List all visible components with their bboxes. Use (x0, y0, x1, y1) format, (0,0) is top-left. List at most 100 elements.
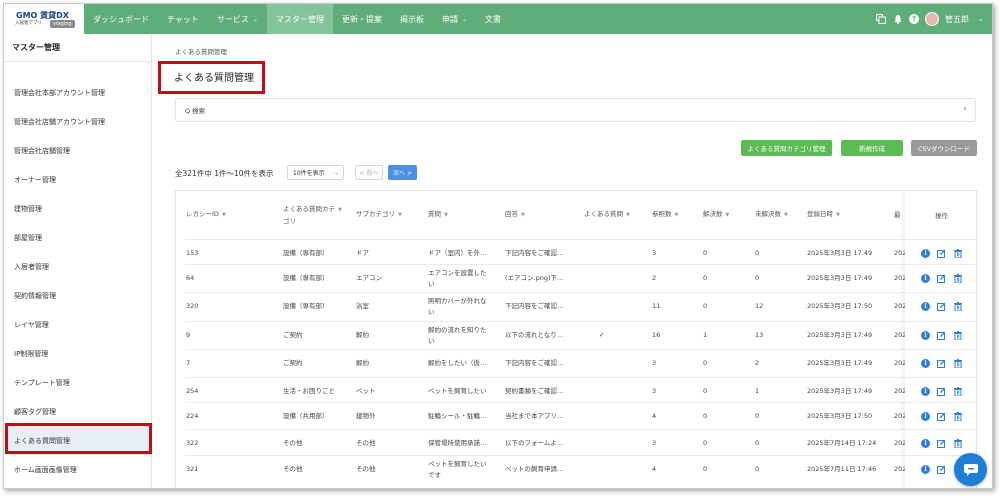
faq-category-button[interactable]: よくある質問カテゴリ管理 (741, 140, 832, 156)
help-icon[interactable]: ? (909, 14, 919, 24)
trash-icon[interactable] (953, 274, 962, 283)
info-icon[interactable]: i (921, 302, 930, 311)
sidebar-item-5[interactable]: 部屋管理 (4, 223, 151, 252)
sidebar-item-13[interactable]: ホーム画面画像管理 (4, 455, 151, 484)
trash-icon[interactable] (953, 302, 962, 311)
edit-icon[interactable] (937, 465, 946, 474)
column-header[interactable]: 登録日時 ▼ (807, 191, 840, 239)
nav-item-7[interactable]: 文書 (476, 4, 510, 34)
column-header[interactable]: 質問 ▼ (428, 191, 448, 239)
table-row[interactable]: 322 その他 その他 保管場所使用承諾… 以下のフォームよ… 3 0 0 2025年7月14日… (185, 429, 906, 457)
chevron-right-icon[interactable]: › (963, 104, 967, 114)
column-header[interactable]: よくある質問 ▼ (584, 191, 630, 239)
chevron-down-icon[interactable]: ⌄ (975, 14, 986, 25)
search-panel[interactable]: Q 検索 › (175, 98, 976, 122)
info-icon[interactable]: i (921, 465, 930, 474)
table-row[interactable]: 7 ご契約 解約 解約をしたい（仮… 下記内容をご確認… 3 0 2 2025年3月3日 17:… (185, 349, 906, 377)
cell-q1-text: ペットを飼育したい (428, 387, 487, 395)
column-header[interactable]: レガシーID ▼ (186, 191, 226, 239)
table-row[interactable]: 9 ご契約 解約 解約の流れを知りたい 以下の流れとなり… ✓ 16 1 13 2025年3月3日… (185, 321, 906, 349)
row-actions: i (905, 402, 976, 430)
trash-icon[interactable] (953, 331, 962, 340)
info-icon[interactable]: i (921, 387, 930, 396)
edit-icon[interactable] (937, 412, 946, 421)
sidebar-item-9[interactable]: IP制限管理 (4, 339, 151, 368)
edit-icon[interactable] (937, 249, 946, 258)
edit-icon[interactable] (937, 331, 946, 340)
cell-solved: 0 (703, 358, 707, 369)
table-row[interactable]: 254 生活・お困りごと ペット ペットを飼育したい 契約書類をご確認… 3 0 1 2025年… (185, 377, 906, 405)
info-icon[interactable]: i (921, 331, 930, 340)
create-button[interactable]: 新規作成 (841, 140, 903, 156)
edit-icon[interactable] (937, 274, 946, 283)
table-row[interactable]: 321 その他 その他 ペットを飼育したい です ペットの飼育申請… 4 0 0 2025年7月1… (185, 455, 906, 483)
column-header[interactable]: サブカテゴリ ▼ (356, 191, 402, 239)
copy-icon[interactable] (875, 14, 886, 25)
nav-item-3[interactable]: マスター管理 (266, 4, 333, 34)
info-icon[interactable]: i (921, 412, 930, 421)
csv-download-button[interactable]: CSVダウンロード (911, 140, 977, 156)
breadcrumb[interactable]: よくある質問管理 (175, 46, 227, 56)
trash-icon[interactable] (953, 249, 962, 258)
sidebar-item-11[interactable]: 顧客タグ管理 (4, 397, 151, 426)
sidebar-item-8[interactable]: レイヤ管理 (4, 310, 151, 339)
nav-item-1[interactable]: チャット (158, 4, 208, 34)
sort-arrow-icon[interactable]: ▼ (675, 212, 679, 218)
trash-icon[interactable] (953, 412, 962, 421)
user-name[interactable]: 管五郎 (945, 14, 969, 25)
sidebar-item-7[interactable]: 契約情報管理 (4, 281, 151, 310)
table-row[interactable]: 153 設備（専有部） ドア ドア（室内）を外… 下記内容をご確認… 3 0 0 2025年3月… (185, 239, 906, 267)
nav-item-2[interactable]: サービス ⌄ (208, 4, 267, 34)
sidebar-item-1[interactable]: 管理会社店舗アカウント管理 (4, 107, 151, 136)
nav-item-5[interactable]: 掲示板 (391, 4, 433, 34)
info-icon[interactable]: i (921, 359, 930, 368)
cell-id: 224 (186, 411, 198, 422)
info-icon[interactable]: i (921, 249, 930, 258)
prev-page-button[interactable]: < 前へ (355, 165, 383, 180)
sort-arrow-icon[interactable]: ▼ (222, 212, 226, 218)
column-header[interactable]: 最 (894, 191, 901, 239)
sort-arrow-icon[interactable]: ▼ (521, 212, 525, 218)
sidebar-item-3[interactable]: オーナー管理 (4, 165, 151, 194)
column-header[interactable]: 解決数 ▼ (703, 191, 729, 239)
table-row[interactable]: 224 設備（共用部） 建物外 駐輪シール・駐輪… 当社まで本アプリ… 4 0 0 2025年3… (185, 402, 906, 430)
column-header[interactable]: 未解決数 ▼ (755, 191, 788, 239)
sort-arrow-icon[interactable]: ▼ (784, 212, 788, 218)
edit-icon[interactable] (937, 359, 946, 368)
sort-arrow-icon[interactable]: ▼ (338, 207, 342, 213)
column-header[interactable]: 回答 ▼ (505, 191, 525, 239)
next-page-button[interactable]: 次へ > (388, 165, 417, 180)
info-icon[interactable]: i (921, 274, 930, 283)
table-row[interactable]: 64 設備（専有部） エアコン エアコンを設置したい (エアコン.png)下… 2 0 0 20… (185, 264, 906, 292)
avatar[interactable] (925, 12, 939, 26)
sort-arrow-icon[interactable]: ▼ (626, 212, 630, 218)
logo[interactable]: GMO 賃貸DX 入居者アプリ staging (4, 4, 84, 34)
info-icon[interactable]: i (921, 439, 930, 448)
trash-icon[interactable] (953, 439, 962, 448)
nav-item-0[interactable]: ダッシュボード (84, 4, 158, 34)
sidebar-item-10[interactable]: テンプレート管理 (4, 368, 151, 397)
nav-item-4[interactable]: 更新・提案 (333, 4, 391, 34)
column-header[interactable]: よくある質問カテ ▼ ゴリ (283, 191, 342, 239)
per-page-select[interactable]: 10件を表示 ⌄ (287, 165, 344, 180)
sort-arrow-icon[interactable]: ▼ (726, 212, 730, 218)
sort-arrow-icon[interactable]: ▼ (398, 212, 402, 218)
table-row[interactable]: 320 設備（専有部） 浴室 照明カバーが外れない 下記内容をご確認… 11 0 12 2025… (185, 292, 906, 320)
chat-button[interactable] (954, 453, 987, 486)
sidebar-item-4[interactable]: 建物管理 (4, 194, 151, 223)
sort-arrow-icon[interactable]: ▼ (444, 212, 448, 218)
trash-icon[interactable] (953, 359, 962, 368)
bell-icon[interactable] (892, 14, 903, 25)
sidebar-item-2[interactable]: 管理会社店舗管理 (4, 136, 151, 165)
edit-icon[interactable] (937, 387, 946, 396)
sort-arrow-icon[interactable]: ▼ (836, 212, 840, 218)
cell-date: 2025年3月3日 17:49 (807, 358, 872, 369)
sidebar-item-0[interactable]: 管理会社本部アカウント管理 (4, 78, 151, 107)
sidebar-item-6[interactable]: 入居者管理 (4, 252, 151, 281)
column-header[interactable]: 参照数 ▼ (652, 191, 678, 239)
column-label: サブカテゴリ (356, 210, 395, 218)
edit-icon[interactable] (937, 439, 946, 448)
edit-icon[interactable] (937, 302, 946, 311)
trash-icon[interactable] (953, 387, 962, 396)
nav-item-6[interactable]: 申請 ⌄ (433, 4, 476, 34)
